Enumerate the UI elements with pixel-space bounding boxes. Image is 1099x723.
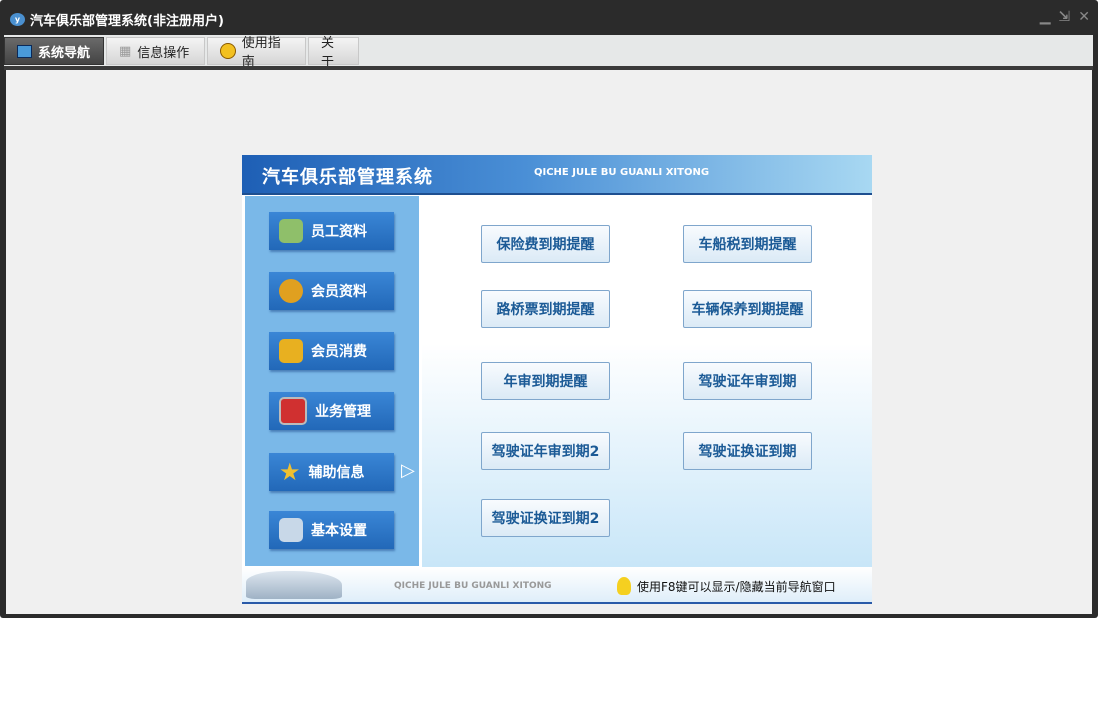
sidebar-item-settings[interactable]: 基本设置 — [269, 511, 394, 549]
sidebar-label: 辅助信息 — [308, 465, 365, 481]
star-icon: ★ — [279, 458, 301, 486]
panel-footer: QICHE JULE BU GUANLI XITONG 使用F8键可以显示/隐藏… — [242, 567, 872, 602]
toll-ticket-reminder-button[interactable]: 路桥票到期提醒 — [481, 290, 610, 328]
tab-about[interactable]: 关于 — [308, 36, 359, 70]
sidebar-label: 会员消费 — [311, 344, 367, 360]
tab-label: 系统导航 — [38, 45, 91, 61]
tab-system-nav[interactable]: 系统导航 — [4, 37, 104, 65]
tab-bar: 系统导航 ▦ 信息操作 使用指南 关于 — [4, 35, 1093, 70]
panel-header: 汽车俱乐部管理系统 QICHE JULE BU GUANLI XITONG — [242, 155, 872, 195]
insurance-reminder-button[interactable]: 保险费到期提醒 — [481, 225, 610, 263]
tab-label: 关于 — [321, 36, 335, 70]
car-image — [246, 571, 342, 599]
chevron-right-icon[interactable]: ▷ — [401, 460, 415, 481]
grid-icon: ▦ — [119, 43, 132, 59]
app-logo-icon: y — [10, 13, 25, 26]
lightbulb-icon — [617, 577, 631, 595]
sidebar-item-business[interactable]: 业务管理 — [269, 392, 394, 430]
tab-label: 信息操作 — [137, 45, 190, 61]
panel-title: 汽车俱乐部管理系统 — [262, 167, 433, 188]
minimize-button[interactable]: ▁ — [1040, 9, 1051, 25]
vehicle-tax-reminder-button[interactable]: 车船税到期提醒 — [683, 225, 812, 263]
members-icon — [279, 279, 303, 303]
annual-inspection-reminder-button[interactable]: 年审到期提醒 — [481, 362, 610, 400]
tab-guide[interactable]: 使用指南 — [207, 36, 306, 70]
sidebar-label: 基本设置 — [311, 523, 367, 539]
panel-subtitle: QICHE JULE BU GUANLI XITONG — [534, 167, 710, 178]
help-icon — [220, 43, 236, 59]
title-bar: y 汽车俱乐部管理系统(非注册用户) — [10, 10, 224, 29]
maintenance-reminder-button[interactable]: 车辆保养到期提醒 — [683, 290, 812, 328]
sidebar: 员工资料 会员资料 会员消费 业务管理 ★ 辅助信息 基本设置 ▷ — [244, 195, 420, 567]
settings-doc-icon — [279, 518, 303, 542]
footer-tip: 使用F8键可以显示/隐藏当前导航窗口 — [637, 579, 836, 594]
footer-subtitle: QICHE JULE BU GUANLI XITONG — [394, 581, 552, 591]
employee-card-icon — [279, 219, 303, 243]
sidebar-item-employee[interactable]: 员工资料 — [269, 212, 394, 250]
license-renewal-button[interactable]: 驾驶证换证到期 — [683, 432, 812, 470]
navigation-panel: 汽车俱乐部管理系统 QICHE JULE BU GUANLI XITONG 员工… — [242, 155, 872, 604]
close-button[interactable]: ✕ — [1078, 9, 1090, 25]
monitor-icon — [17, 44, 32, 58]
sidebar-item-consumption[interactable]: 会员消费 — [269, 332, 394, 370]
coins-icon — [279, 339, 303, 363]
restore-button[interactable]: ⇲ — [1059, 9, 1071, 25]
window-title: 汽车俱乐部管理系统(非注册用户) — [30, 14, 224, 29]
sidebar-item-members[interactable]: 会员资料 — [269, 272, 394, 310]
reminder-area: 保险费到期提醒 车船税到期提醒 路桥票到期提醒 车辆保养到期提醒 年审到期提醒 … — [422, 195, 872, 567]
tab-label: 使用指南 — [241, 36, 281, 70]
sidebar-item-auxiliary[interactable]: ★ 辅助信息 — [269, 453, 394, 491]
sidebar-label: 会员资料 — [311, 284, 367, 300]
sidebar-label: 员工资料 — [311, 224, 367, 240]
tab-info-ops[interactable]: ▦ 信息操作 — [106, 37, 205, 65]
license-renewal-2-button[interactable]: 驾驶证换证到期2 — [481, 499, 610, 537]
license-annual-review-button[interactable]: 驾驶证年审到期 — [683, 362, 812, 400]
monitor-icon — [279, 397, 307, 425]
sidebar-label: 业务管理 — [315, 404, 371, 420]
license-annual-review-2-button[interactable]: 驾驶证年审到期2 — [481, 432, 610, 470]
